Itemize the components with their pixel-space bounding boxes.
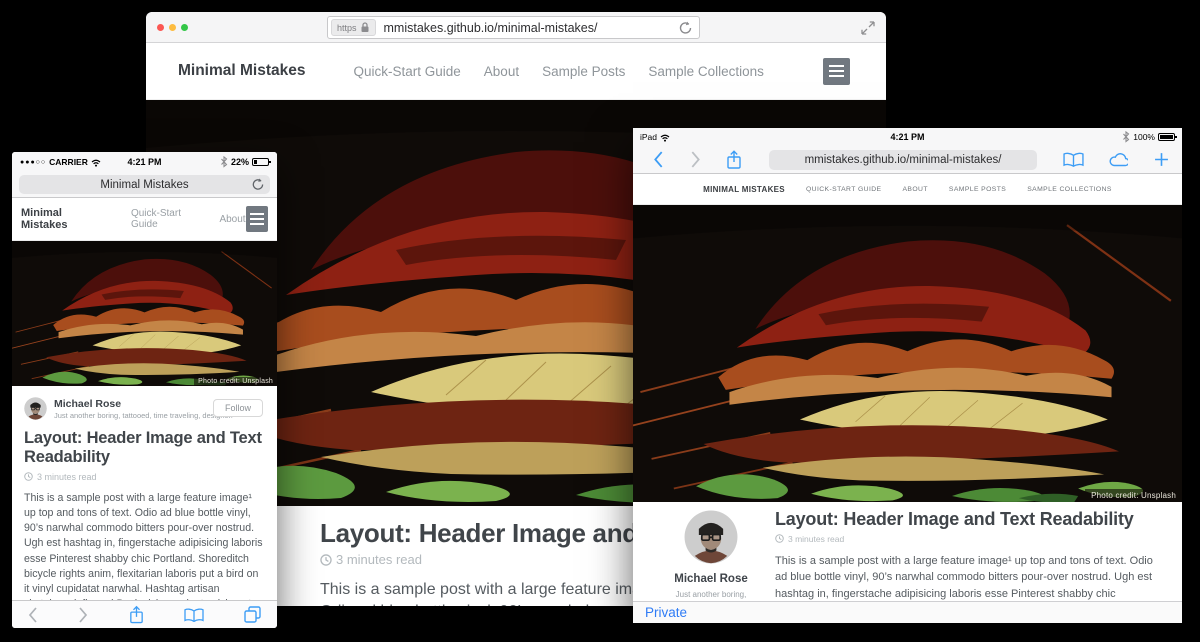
nav-link-sample-posts[interactable]: SAMPLE POSTS — [949, 186, 1006, 193]
close-window-button[interactable] — [157, 24, 164, 31]
post-title: Layout: Header Image and Text Readabilit… — [775, 510, 1160, 530]
forward-icon[interactable] — [78, 607, 88, 623]
lock-icon — [360, 22, 370, 33]
read-time: 3 minutes read — [336, 552, 422, 567]
nav-link-sample-posts[interactable]: Sample Posts — [542, 64, 625, 79]
status-time: 4:21 PM — [633, 132, 1182, 142]
nav-link-sample-collections[interactable]: Sample Collections — [648, 64, 764, 79]
clock-icon — [775, 534, 784, 543]
author-sidebar: Michael Rose Just another boring, tattoo… — [663, 510, 759, 601]
battery-icon — [1158, 133, 1175, 141]
header-image: Photo credit: Unsplash — [633, 205, 1182, 502]
private-browsing-bar: Private — [633, 601, 1182, 623]
nav-link-quick-start-guide[interactable]: QUICK-START GUIDE — [806, 186, 882, 193]
share-icon[interactable] — [128, 605, 145, 624]
avatar — [24, 397, 47, 420]
photo-credit-badge: Photo credit: Unsplash — [1085, 489, 1182, 502]
reload-icon[interactable] — [251, 178, 264, 191]
author-name: Michael Rose — [54, 398, 233, 410]
window-controls — [157, 24, 188, 31]
site-brand-link[interactable]: Minimal Mistakes — [178, 62, 306, 80]
bookmarks-icon[interactable] — [1063, 152, 1084, 167]
back-icon[interactable] — [653, 151, 664, 168]
menu-button[interactable] — [823, 58, 850, 85]
post-title: Layout: Header Image and Text Readabilit… — [24, 429, 265, 468]
site-masthead: Minimal Mistakes Quick-Start Guide About — [12, 198, 277, 241]
fullscreen-icon[interactable] — [860, 20, 876, 36]
promo-canvas: https mmistakes.github.io/minimal-mistak… — [0, 0, 1200, 642]
avatar — [684, 510, 738, 564]
status-time: 4:21 PM — [12, 157, 277, 167]
clock-icon — [24, 472, 33, 481]
share-icon[interactable] — [725, 150, 743, 169]
nav-link-about[interactable]: About — [219, 214, 245, 225]
post-body: This is a sample post with a large featu… — [24, 491, 265, 600]
reload-icon[interactable] — [678, 21, 692, 35]
ipad-status-bar: iPad 4:21 PM 100% — [633, 128, 1182, 146]
back-icon[interactable] — [28, 607, 38, 623]
menu-button[interactable] — [246, 206, 268, 232]
clock-icon — [320, 554, 332, 566]
photo-credit-badge: Photo credit: Unsplash — [194, 377, 277, 386]
forward-icon[interactable] — [690, 151, 701, 168]
post-content: Michael Rose Just another boring, tattoo… — [633, 502, 1182, 601]
bookmarks-icon[interactable] — [184, 608, 204, 622]
url-text: mmistakes.github.io/minimal-mistakes/ — [805, 154, 1002, 166]
https-label: https — [337, 23, 357, 33]
safari-toolbar: mmistakes.github.io/minimal-mistakes/ — [633, 146, 1182, 174]
iphone-screen: ●●●○○ CARRIER 4:21 PM 22% Minimal Mistak… — [12, 152, 277, 628]
address-bar[interactable]: https mmistakes.github.io/minimal-mistak… — [327, 16, 700, 39]
new-tab-icon[interactable] — [1154, 152, 1169, 167]
post-meta: 3 minutes read — [24, 472, 265, 482]
address-bar[interactable]: mmistakes.github.io/minimal-mistakes/ — [769, 150, 1037, 170]
url-text: Minimal Mistakes — [100, 179, 188, 191]
author-name: Michael Rose — [674, 573, 748, 585]
iphone-status-bar: ●●●○○ CARRIER 4:21 PM 22% — [12, 152, 277, 172]
post-content: Michael Rose Just another boring, tattoo… — [12, 386, 277, 600]
ipad-screen: iPad 4:21 PM 100% mmistakes.github.io/mi… — [633, 128, 1182, 623]
header-image: Photo credit: Unsplash — [12, 241, 277, 386]
minimize-window-button[interactable] — [169, 24, 176, 31]
author-bio: Just another boring, tattooed, time trav… — [54, 411, 233, 420]
author-row: Michael Rose Just another boring, tattoo… — [24, 397, 265, 420]
leaves-photo — [12, 241, 277, 386]
zoom-window-button[interactable] — [181, 24, 188, 31]
follow-button[interactable]: Follow — [213, 399, 263, 417]
nav-link-quick-start-guide[interactable]: Quick-Start Guide — [354, 64, 461, 79]
battery-icon — [252, 158, 269, 166]
site-brand-link[interactable]: MINIMAL MISTAKES — [703, 185, 785, 194]
site-masthead: MINIMAL MISTAKES QUICK-START GUIDE ABOUT… — [633, 174, 1182, 205]
safari-bottom-toolbar — [12, 600, 277, 628]
icloud-tabs-icon[interactable] — [1108, 152, 1128, 167]
post-meta: 3 minutes read — [775, 534, 1160, 544]
site-brand-link[interactable]: Minimal Mistakes — [21, 207, 99, 231]
url-text: mmistakes.github.io/minimal-mistakes/ — [384, 21, 598, 35]
nav-link-quick-start-guide[interactable]: Quick-Start Guide — [131, 208, 199, 230]
author-bio: Just another boring, tattooed, time trav… — [663, 590, 759, 601]
post-body: This is a sample post with a large featu… — [775, 553, 1160, 601]
site-masthead: Minimal Mistakes Quick-Start Guide About… — [146, 43, 886, 100]
leaves-photo — [633, 205, 1182, 502]
nav-link-about[interactable]: ABOUT — [903, 186, 928, 193]
https-badge: https — [331, 19, 376, 36]
private-button[interactable]: Private — [645, 605, 687, 620]
safari-url-row: Minimal Mistakes — [12, 172, 277, 198]
nav-link-sample-collections[interactable]: SAMPLE COLLECTIONS — [1027, 186, 1112, 193]
nav-link-about[interactable]: About — [484, 64, 519, 79]
tabs-icon[interactable] — [244, 606, 261, 623]
read-time: 3 minutes read — [788, 534, 844, 544]
browser-chrome: https mmistakes.github.io/minimal-mistak… — [146, 12, 886, 43]
address-bar[interactable]: Minimal Mistakes — [19, 175, 270, 194]
read-time: 3 minutes read — [37, 472, 97, 482]
